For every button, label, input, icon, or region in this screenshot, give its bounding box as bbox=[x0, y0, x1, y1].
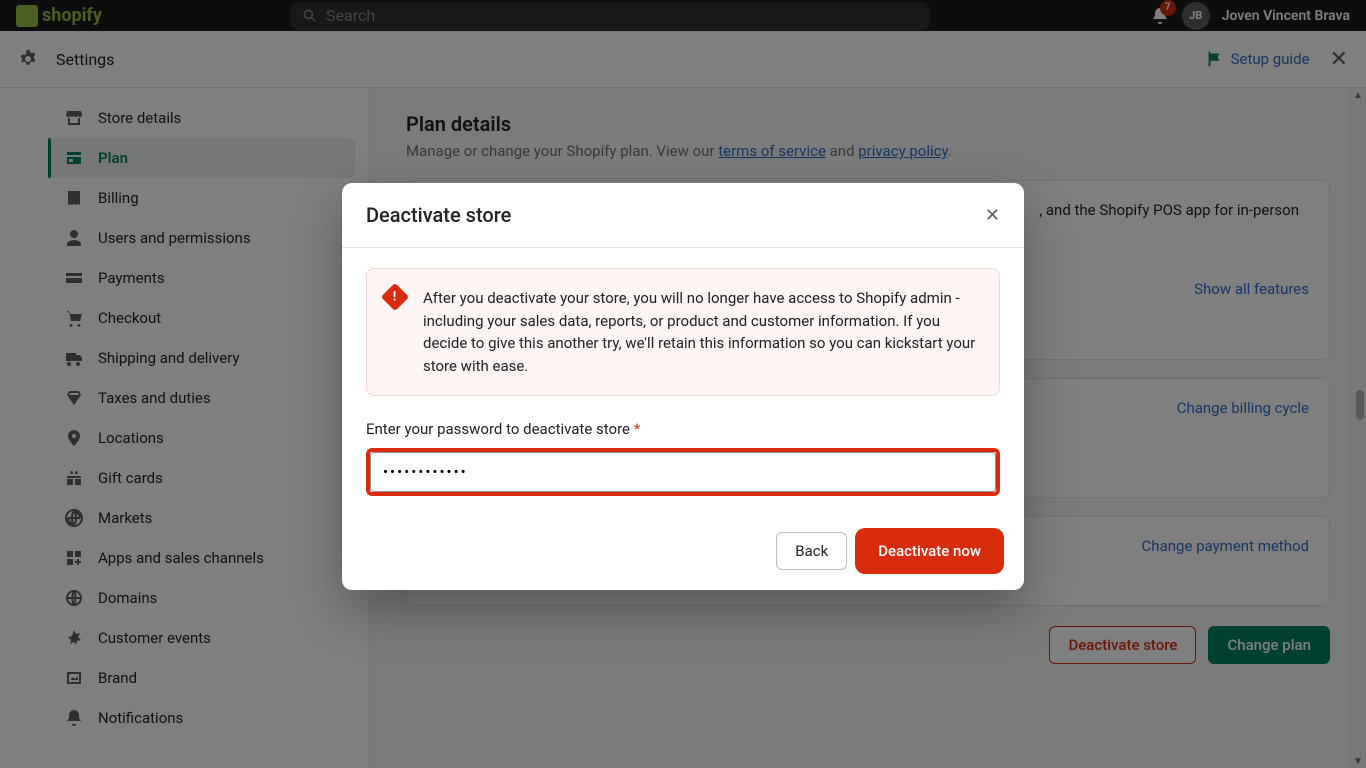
modal-title: Deactivate store bbox=[366, 203, 511, 227]
deactivate-store-modal: Deactivate store ✕ ! After you deactivat… bbox=[342, 183, 1024, 590]
back-button[interactable]: Back bbox=[776, 532, 847, 570]
warning-icon: ! bbox=[385, 287, 405, 307]
deactivate-now-button[interactable]: Deactivate now bbox=[859, 532, 1000, 570]
password-input-highlight bbox=[366, 448, 1000, 496]
warning-banner: ! After you deactivate your store, you w… bbox=[366, 268, 1000, 396]
password-field-label: Enter your password to deactivate store … bbox=[366, 420, 1000, 438]
password-input[interactable] bbox=[370, 452, 996, 492]
modal-close-button[interactable]: ✕ bbox=[985, 205, 1000, 226]
warning-text: After you deactivate your store, you wil… bbox=[423, 287, 981, 377]
